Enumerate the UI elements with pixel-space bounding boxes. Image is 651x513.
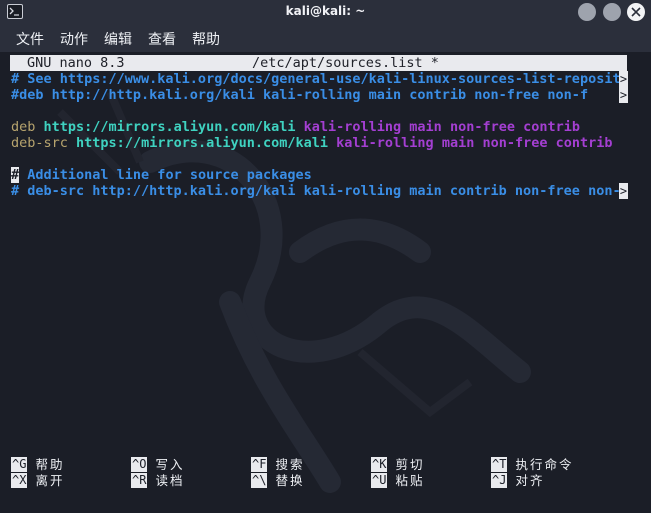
- window-title: kali@kali: ~: [285, 4, 366, 18]
- nano-filename: /etc/apt/sources.list *: [252, 55, 439, 71]
- menu-file[interactable]: 文件: [16, 29, 44, 49]
- source-type: deb-src: [11, 135, 68, 151]
- shortcut-label: 对齐: [515, 473, 545, 488]
- close-icon: [631, 7, 641, 17]
- shortcut-label: 帮助: [35, 457, 65, 472]
- shortcut-key: ^R: [131, 473, 148, 488]
- menu-edit[interactable]: 编辑: [104, 29, 132, 49]
- line-text: Additional line for source packages: [19, 167, 312, 183]
- shortcut-justify[interactable]: ^J 对齐: [491, 473, 544, 489]
- editor-line[interactable]: deb-src https://mirrors.aliyun.com/kali …: [11, 135, 613, 151]
- shortcut-label: 搜索: [275, 457, 305, 472]
- shortcut-label: 剪切: [395, 457, 425, 472]
- shortcut-label: 写入: [155, 457, 185, 472]
- shortcut-key: ^T: [491, 457, 508, 472]
- editor-line[interactable]: #deb http://http.kali.org/kali kali-roll…: [11, 87, 588, 103]
- terminal-area[interactable]: GNU nano 8.3 /etc/apt/sources.list * # S…: [0, 52, 651, 513]
- editor-line[interactable]: # See https://www.kali.org/docs/general-…: [11, 71, 629, 87]
- title-bar: kali@kali: ~: [0, 0, 651, 24]
- shortcut-label: 替换: [275, 473, 305, 488]
- shortcut-label: 执行命令: [515, 457, 574, 472]
- shortcut-help[interactable]: ^G 帮助: [11, 457, 64, 473]
- shortcut-key: ^U: [371, 473, 388, 488]
- shortcut-execute[interactable]: ^T 执行命令: [491, 457, 573, 473]
- shortcut-label: 读档: [155, 473, 185, 488]
- source-type: deb: [11, 119, 36, 135]
- shortcut-exit[interactable]: ^X 离开: [11, 473, 64, 489]
- menu-view[interactable]: 查看: [148, 29, 176, 49]
- shortcut-key: ^O: [131, 457, 148, 472]
- shortcut-key: ^J: [491, 473, 508, 488]
- shortcut-read-file[interactable]: ^R 读档: [131, 473, 184, 489]
- shortcut-key: ^K: [371, 457, 388, 472]
- shortcut-key: ^F: [251, 457, 268, 472]
- truncation-marker: >: [619, 87, 628, 103]
- minimize-button[interactable]: [578, 3, 596, 21]
- maximize-button[interactable]: [603, 3, 621, 21]
- editor-line[interactable]: deb https://mirrors.aliyun.com/kali kali…: [11, 119, 580, 135]
- menu-bar: 文件 动作 编辑 查看 帮助: [0, 24, 651, 52]
- menu-help[interactable]: 帮助: [192, 29, 220, 49]
- distribution: kali-rolling main non-free contrib: [303, 119, 580, 135]
- shortcut-paste[interactable]: ^U 粘贴: [371, 473, 424, 489]
- shortcut-cut[interactable]: ^K 剪切: [371, 457, 424, 473]
- nano-header: GNU nano 8.3 /etc/apt/sources.list *: [10, 55, 627, 71]
- truncation-marker: >: [619, 71, 628, 87]
- close-button[interactable]: [627, 3, 645, 21]
- shortcut-key: ^X: [11, 473, 28, 488]
- shortcut-label: 离开: [35, 473, 65, 488]
- distribution: kali-rolling main non-free contrib: [336, 135, 613, 151]
- menu-action[interactable]: 动作: [60, 29, 88, 49]
- editor-line[interactable]: # deb-src http://http.kali.org/kali kali…: [11, 183, 629, 199]
- shortcut-replace[interactable]: ^\ 替换: [251, 473, 304, 489]
- shortcut-label: 粘贴: [395, 473, 425, 488]
- truncation-marker: >: [619, 183, 628, 199]
- mirror-url: https://mirrors.aliyun.com/kali: [76, 135, 329, 151]
- mirror-url: https://mirrors.aliyun.com/kali: [43, 119, 296, 135]
- shortcut-key: ^G: [11, 457, 28, 472]
- nano-version: GNU nano 8.3: [27, 55, 125, 71]
- shortcut-search[interactable]: ^F 搜索: [251, 457, 304, 473]
- text-cursor: #: [11, 167, 20, 183]
- shortcut-write[interactable]: ^O 写入: [131, 457, 184, 473]
- editor-line[interactable]: # Additional line for source packages: [11, 167, 312, 183]
- shortcut-key: ^\: [251, 473, 268, 488]
